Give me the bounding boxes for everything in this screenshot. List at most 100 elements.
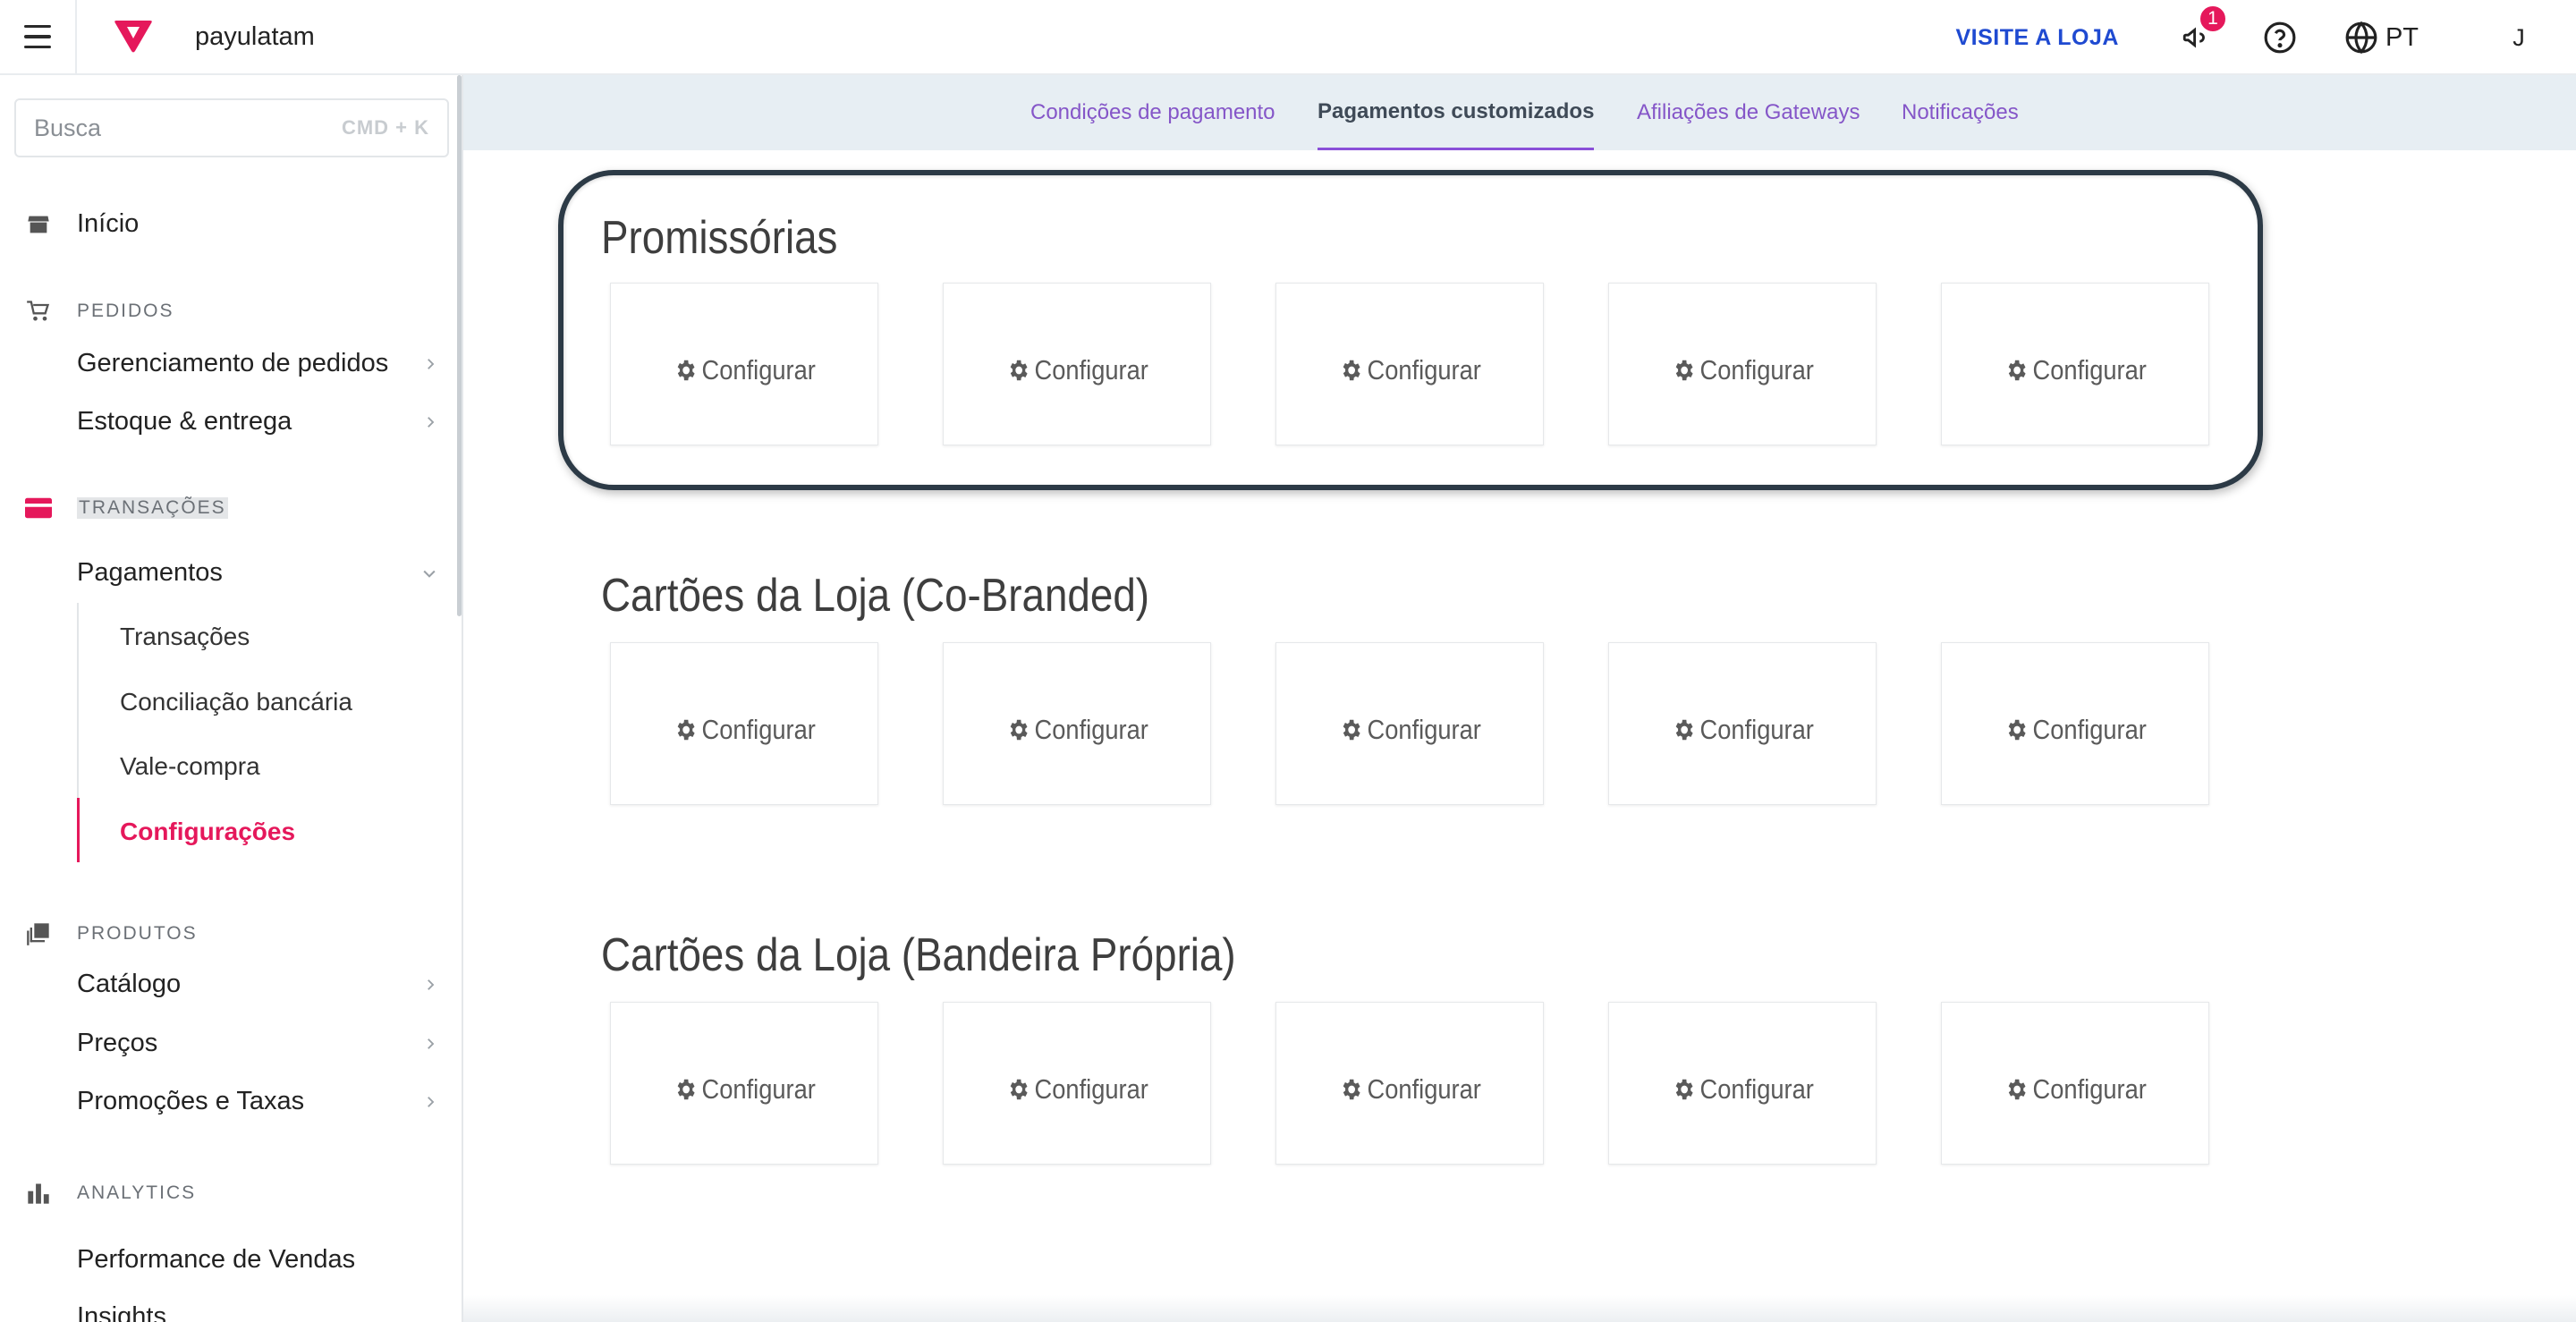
configure-button[interactable]: Configurar <box>1005 656 1148 804</box>
configure-label: Configurar <box>2032 1073 2147 1105</box>
tab-gateway-affiliations[interactable]: Afiliações de Gateways <box>1637 75 1860 150</box>
bottom-scroll-shadow <box>463 1295 2576 1322</box>
configure-label: Configurar <box>1034 714 1148 745</box>
configure-button[interactable]: Configurar <box>673 1015 816 1164</box>
sidebar-item-label: Conciliação bancária <box>120 688 352 716</box>
products-icon <box>27 923 49 945</box>
configure-label: Configurar <box>2032 714 2147 745</box>
payment-card[interactable]: Configurar <box>610 642 878 805</box>
tabs-bar: Condições de pagamento Pagamentos custom… <box>463 75 2576 150</box>
sidebar-item-order-management[interactable]: Gerenciamento de pedidos <box>77 349 438 378</box>
section-orders: PEDIDOS <box>25 299 174 324</box>
payment-card[interactable]: Configurar <box>943 283 1211 445</box>
configure-button[interactable]: Configurar <box>1671 296 1814 445</box>
sidebar-item-label: Preços <box>77 1029 158 1057</box>
configure-button[interactable]: Configurar <box>1338 1015 1481 1164</box>
tab-custom-payments[interactable]: Pagamentos customizados <box>1318 75 1595 150</box>
credit-card-icon <box>25 497 52 519</box>
sidebar-item-gift-card[interactable]: Vale-compra <box>120 752 260 781</box>
section-label: PRODUTOS <box>77 923 198 944</box>
configure-label: Configurar <box>1034 1073 1148 1105</box>
group-title: Cartões da Loja (Co-Branded) <box>601 570 1150 622</box>
payment-card[interactable]: Configurar <box>1608 283 1877 445</box>
gear-icon <box>2008 360 2026 381</box>
chevron-right-icon <box>428 1038 435 1049</box>
configure-button[interactable]: Configurar <box>2004 1015 2147 1164</box>
section-analytics: ANALYTICS <box>25 1181 196 1206</box>
announcements-button[interactable]: 1 <box>2176 4 2228 57</box>
payment-card[interactable]: Configurar <box>1941 642 2209 805</box>
gear-icon <box>2008 719 2026 741</box>
payment-card[interactable]: Configurar <box>1275 642 1544 805</box>
configure-button[interactable]: Configurar <box>1005 296 1148 445</box>
configure-button[interactable]: Configurar <box>1338 656 1481 804</box>
search-field[interactable]: CMD + K <box>14 98 449 157</box>
chevron-right-icon <box>428 1096 435 1107</box>
help-button[interactable] <box>2260 18 2300 57</box>
configure-label: Configurar <box>1699 714 1814 745</box>
gear-icon <box>1010 360 1028 381</box>
payment-card[interactable]: Configurar <box>1608 1002 1877 1165</box>
configure-button[interactable]: Configurar <box>2004 296 2147 445</box>
sidebar-item-catalog[interactable]: Catálogo <box>77 970 438 999</box>
configure-label: Configurar <box>701 354 816 386</box>
payment-card[interactable]: Configurar <box>1275 283 1544 445</box>
sidebar-item-insights[interactable]: Insights <box>77 1302 438 1322</box>
payment-card[interactable]: Configurar <box>1275 1002 1544 1165</box>
sidebar-item-inventory[interactable]: Estoque & entrega <box>77 407 438 436</box>
language-selector[interactable]: PT <box>2344 21 2419 55</box>
chevron-down-icon <box>423 570 436 578</box>
sidebar-item-transactions[interactable]: Transações <box>120 623 250 651</box>
vtex-logo[interactable] <box>113 19 154 55</box>
visit-store-link[interactable]: VISITE A LOJA <box>1955 25 2118 51</box>
configure-button[interactable]: Configurar <box>673 296 816 445</box>
payment-card[interactable]: Configurar <box>1941 283 2209 445</box>
bar-chart-icon <box>28 1183 49 1204</box>
configure-button[interactable]: Configurar <box>2004 656 2147 804</box>
tab-notifications[interactable]: Notificações <box>1902 75 2019 150</box>
payment-card[interactable]: Configurar <box>1941 1002 2209 1165</box>
payment-card[interactable]: Configurar <box>943 642 1211 805</box>
sidebar-item-promotions[interactable]: Promoções e Taxas <box>77 1087 438 1116</box>
gear-icon <box>1010 1079 1028 1100</box>
configure-button[interactable]: Configurar <box>1005 1015 1148 1164</box>
sidebar-item-settings[interactable]: Configurações <box>120 818 295 846</box>
chevron-right-icon <box>428 979 435 990</box>
configure-label: Configurar <box>1034 354 1148 386</box>
configure-label: Configurar <box>1367 1073 1481 1105</box>
configure-button[interactable]: Configurar <box>673 656 816 804</box>
sidebar-item-sales-performance[interactable]: Performance de Vendas <box>77 1245 438 1275</box>
configure-label: Configurar <box>701 1073 816 1105</box>
gear-icon <box>677 719 695 741</box>
tab-payment-conditions[interactable]: Condições de pagamento <box>1030 75 1275 150</box>
configure-button[interactable]: Configurar <box>1338 296 1481 445</box>
sidebar-item-label: Estoque & entrega <box>77 407 292 436</box>
sidebar-item-label: Promoções e Taxas <box>77 1087 305 1115</box>
search-shortcut: CMD + K <box>341 116 429 139</box>
sidebar-scrollbar[interactable] <box>457 75 462 616</box>
chevron-right-icon <box>428 358 435 369</box>
configure-button[interactable]: Configurar <box>1671 656 1814 804</box>
sidebar-item-bank-reconciliation[interactable]: Conciliação bancária <box>120 688 352 716</box>
globe-icon <box>2345 21 2377 55</box>
sidebar-item-label: Insights <box>77 1302 166 1322</box>
sidebar-item-prices[interactable]: Preços <box>77 1029 438 1058</box>
section-label: PEDIDOS <box>77 301 174 321</box>
active-indicator <box>77 798 80 862</box>
payment-card[interactable]: Configurar <box>1608 642 1877 805</box>
sidebar-item-payments[interactable]: Pagamentos <box>77 558 438 588</box>
configure-button[interactable]: Configurar <box>1671 1015 1814 1164</box>
payment-card[interactable]: Configurar <box>610 1002 878 1165</box>
search-input[interactable] <box>34 114 302 142</box>
sidebar-item-label: Vale-compra <box>120 752 260 780</box>
payment-card[interactable]: Configurar <box>943 1002 1211 1165</box>
section-label: ANALYTICS <box>77 1182 197 1203</box>
configure-label: Configurar <box>701 714 816 745</box>
help-icon <box>2264 21 2296 54</box>
sidebar-item-label: Transações <box>120 623 250 650</box>
avatar[interactable]: J <box>2499 18 2538 57</box>
language-label: PT <box>2385 22 2419 52</box>
payment-card[interactable]: Configurar <box>610 283 878 445</box>
sidebar-item-home[interactable]: Início <box>25 209 139 239</box>
menu-icon[interactable] <box>0 0 77 74</box>
